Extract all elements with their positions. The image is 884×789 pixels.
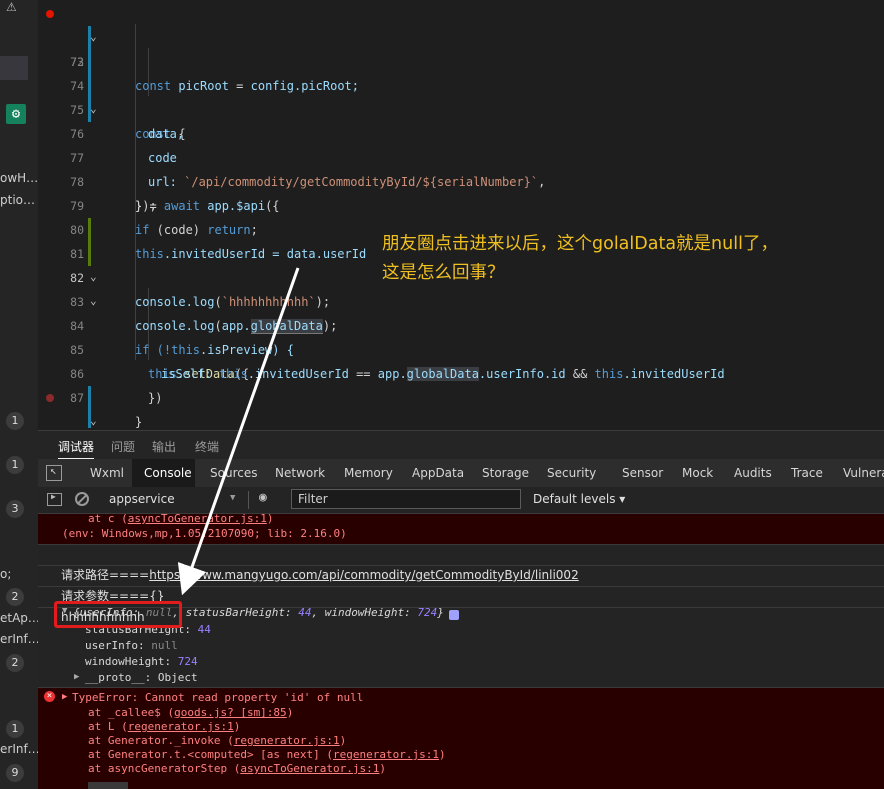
devtools-window: ⚠ ⚙ owH… ptio… o; etAp… erInf… erInf… 1 …	[0, 0, 884, 789]
annotation-arrow	[177, 267, 300, 596]
arrow-line	[177, 267, 300, 596]
